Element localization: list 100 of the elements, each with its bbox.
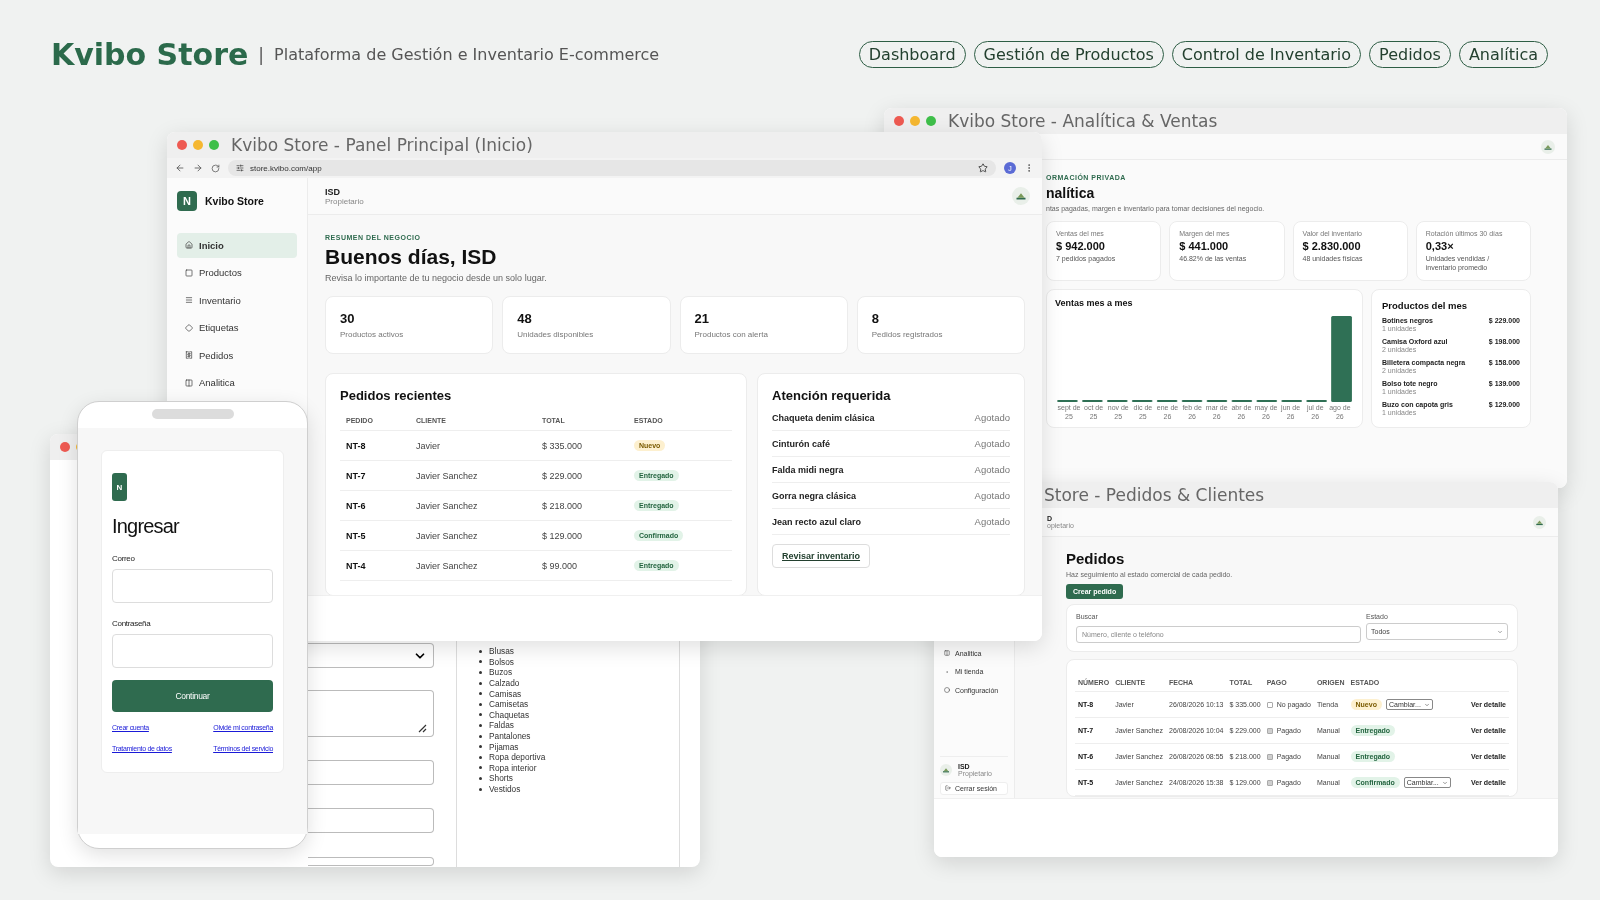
table-cell: $ 129.000: [536, 521, 628, 551]
stat-label: Pedidos registrados: [871, 330, 944, 339]
card-title: Productos del mes: [1382, 300, 1468, 312]
close-light[interactable]: [894, 116, 904, 126]
chart-bar: [1256, 400, 1278, 403]
table-cell: $ 99.000: [536, 551, 628, 581]
payment-checkbox[interactable]: [1266, 701, 1273, 708]
chart-bar: [1082, 400, 1103, 403]
forward-icon[interactable]: [193, 163, 203, 173]
category-item: Blusas: [489, 646, 514, 657]
chart-bar: [1106, 400, 1128, 403]
maximize-light[interactable]: [209, 140, 219, 150]
avatar-icon[interactable]: [1533, 515, 1546, 529]
input-field[interactable]: [112, 634, 273, 668]
bullet-icon: [479, 681, 482, 685]
address-bar[interactable]: store.kvibo.com/app: [228, 160, 996, 176]
table-cell: $ 229.000: [536, 461, 628, 491]
maximize-light[interactable]: [926, 116, 936, 126]
window-title: Kvibo Store - Panel Principal (Inicio): [231, 135, 533, 155]
input-field[interactable]: [308, 808, 434, 833]
close-light[interactable]: [177, 140, 187, 150]
kpi-value: 0,33×: [1425, 240, 1455, 252]
sidebar-item[interactable]: Inicio: [177, 233, 297, 258]
stock-status: Agotado: [974, 412, 1010, 423]
sidebar-item[interactable]: Pedidos: [177, 343, 297, 368]
table-cell: Javier Sanchez: [410, 521, 536, 551]
bookmark-star-icon[interactable]: [978, 163, 988, 173]
stat-label: Productos con alerta: [694, 330, 769, 339]
page-heading: Pedidos: [1066, 550, 1125, 567]
category-item: Ropa deportiva: [489, 752, 546, 763]
sidebar-item[interactable]: Etiquetas: [177, 315, 297, 340]
nav-icon: [944, 650, 950, 657]
reload-icon[interactable]: [211, 163, 220, 173]
product-name: Cinturón café: [772, 438, 830, 449]
nav-icon: [185, 268, 193, 277]
continue-button[interactable]: Continuar: [112, 680, 273, 712]
select-field[interactable]: [308, 643, 434, 668]
payment-checkbox[interactable]: [1266, 753, 1273, 760]
nav-icon: [185, 323, 193, 332]
chevron-icon: [1441, 779, 1448, 786]
site-settings-icon[interactable]: [236, 164, 244, 172]
input-field[interactable]: [112, 569, 273, 603]
table-cell: Javier Sanchez: [410, 491, 536, 521]
bullet-icon: [479, 745, 482, 749]
stock-status: Agotado: [974, 464, 1010, 475]
product-name: Falda midi negra: [772, 464, 844, 475]
kpi-value: $ 441.000: [1179, 240, 1230, 252]
chart-bar: [1231, 400, 1253, 403]
bullet-icon: [479, 787, 482, 791]
payment-checkbox[interactable]: [1266, 779, 1273, 786]
sidebar-item[interactable]: Analitica: [177, 370, 297, 395]
minimize-light[interactable]: [193, 140, 203, 150]
stat-value: 21: [694, 311, 710, 326]
card-title: Atención requerida: [772, 388, 892, 403]
page-description: Revisa lo importante de tu negocio desde un solo lugar.: [325, 273, 548, 283]
review-inventory-button[interactable]: Revisar inventario: [772, 544, 871, 568]
bullet-icon: [479, 776, 482, 780]
chevron-icon: [1497, 628, 1503, 635]
nav-icon: [185, 296, 193, 305]
input-field[interactable]: [308, 857, 434, 866]
back-icon[interactable]: [175, 163, 185, 173]
page-heading: nalítica: [1046, 185, 1096, 201]
window-title: Store - Pedidos & Clientes: [1044, 485, 1265, 505]
url-text: store.kvibo.com/app: [250, 163, 322, 173]
category-item: Pijamas: [489, 741, 519, 752]
table-cell: Javier Sanchez: [410, 551, 536, 581]
logout-icon: [945, 785, 951, 791]
bullet-icon: [479, 660, 482, 664]
chart-bar: [1306, 400, 1327, 403]
stock-status: Agotado: [974, 490, 1010, 501]
window-title: Kvibo Store - Analítica & Ventas: [948, 111, 1218, 131]
table-cell: Javier Sanchez: [410, 461, 536, 491]
sidebar-item[interactable]: Productos: [177, 260, 297, 285]
bullet-icon: [479, 766, 482, 770]
brand-title: Kvibo Store: [51, 37, 249, 72]
avatar-icon[interactable]: [1541, 139, 1555, 154]
bullet-icon: [479, 723, 482, 727]
stat-value: 30: [340, 311, 356, 326]
chevron-icon: [1423, 701, 1430, 708]
input-field[interactable]: [308, 760, 434, 785]
chart-bar: [1281, 400, 1303, 403]
nav-icon: [185, 378, 193, 387]
bullet-icon: [479, 649, 482, 653]
stat-label: Unidades disponibles: [517, 330, 595, 339]
chart-bar: [1131, 400, 1153, 403]
close-light[interactable]: [60, 442, 70, 452]
table-cell: $ 335.000: [536, 431, 628, 461]
card-title: Ventas mes a mes: [1055, 298, 1134, 309]
minimize-light[interactable]: [910, 116, 920, 126]
payment-checkbox[interactable]: [1266, 727, 1273, 734]
avatar-icon[interactable]: [940, 763, 952, 776]
kpi-value: $ 2.830.000: [1302, 240, 1362, 252]
text-area[interactable]: [308, 690, 434, 737]
nav-icon: [185, 241, 193, 250]
table-cell: NT-6: [340, 491, 410, 521]
avatar-icon[interactable]: [1012, 187, 1030, 205]
stat-value: 8: [871, 311, 880, 326]
table-cell: NT-7: [340, 461, 410, 491]
resize-handle-icon: [418, 724, 427, 733]
sidebar-item[interactable]: Inventario: [177, 288, 297, 313]
